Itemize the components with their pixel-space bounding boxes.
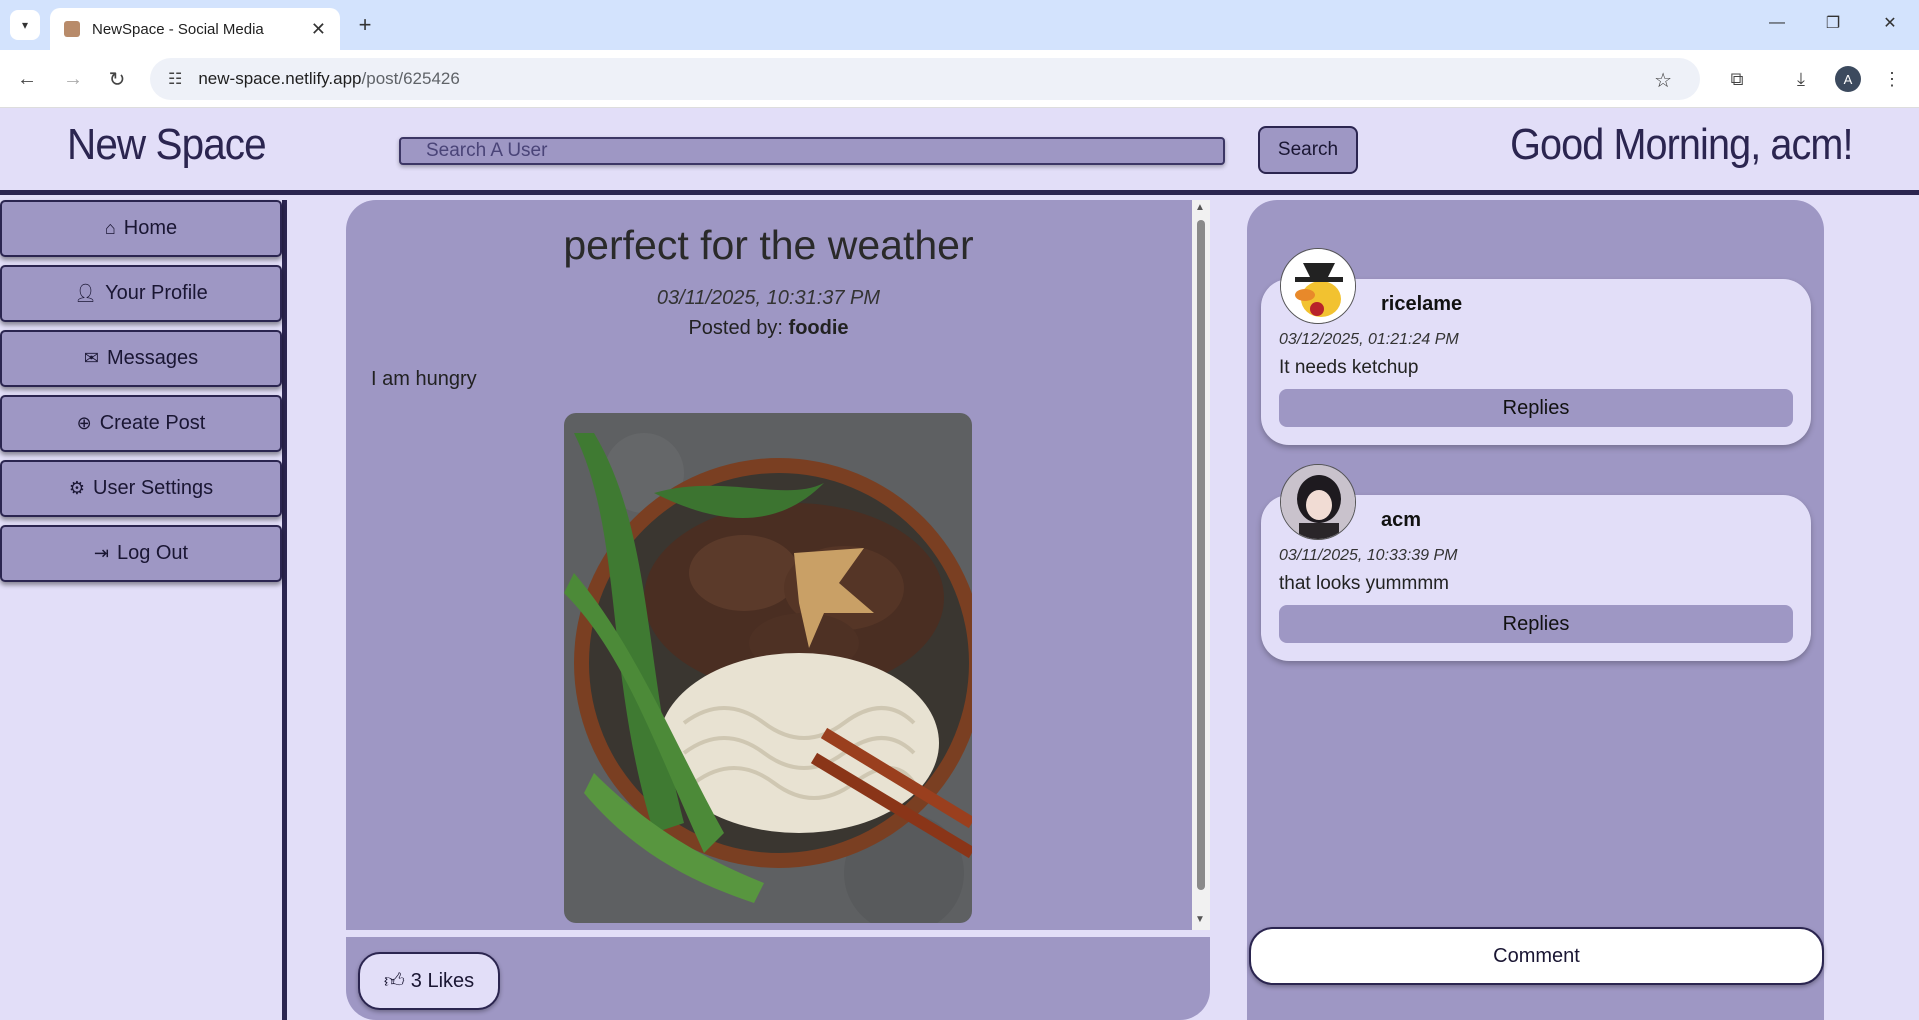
app-header: New Space Search Good Morning, acm! (0, 108, 1919, 195)
sidebar-item-your-profile[interactable]: 👤︎ Your Profile (0, 265, 282, 322)
restore-icon[interactable]: ❐ (1813, 8, 1853, 38)
post-author-line: Posted by: foodie (346, 317, 1191, 340)
minimize-icon[interactable]: — (1757, 8, 1797, 38)
post-author[interactable]: foodie (789, 317, 849, 339)
sidebar-item-label: Create Post (99, 412, 206, 434)
tab-search-chevron-icon[interactable]: ▾ (10, 10, 40, 40)
plus-circle-icon: ⊕ (76, 413, 92, 433)
post-body: I am hungry (371, 368, 477, 390)
replies-button[interactable]: Replies (1279, 605, 1793, 643)
likes-bar: 👍︎ 3 Likes (346, 937, 1210, 1020)
profile-avatar[interactable]: A (1835, 66, 1861, 92)
sidebar-item-user-settings[interactable]: ⚙ User Settings (0, 460, 282, 517)
url-host: new-space.netlify.app (198, 69, 362, 88)
post-date: 03/11/2025, 10:31:37 PM (656, 287, 881, 309)
menu-kebab-icon[interactable]: ⋮ (1877, 64, 1907, 94)
tab-close-icon[interactable]: ✕ (311, 19, 326, 40)
mail-icon: ✉ (83, 348, 99, 368)
extensions-icon[interactable]: ⧉ (1722, 64, 1752, 94)
comment-date: 03/11/2025, 10:33:39 PM (1279, 547, 1458, 564)
post-image-noodle-soup (564, 413, 972, 923)
home-icon: ⌂ (104, 218, 116, 238)
forward-arrow-icon[interactable]: → (58, 64, 88, 94)
back-arrow-icon[interactable]: ← (12, 64, 42, 94)
posted-by-label: Posted by: (688, 317, 789, 339)
user-icon: 👤︎ (74, 283, 98, 303)
sidebar-item-label: Your Profile (105, 282, 208, 304)
reload-icon[interactable]: ↻ (102, 64, 132, 94)
comment-text: It needs ketchup (1279, 357, 1419, 378)
sidebar-item-label: User Settings (93, 477, 214, 499)
browser-tab[interactable]: NewSpace - Social Media ✕ (50, 8, 340, 50)
greeting-text: Good Morning, acm! (1510, 120, 1853, 169)
post-title: perfect for the weather (563, 222, 974, 268)
replies-button[interactable]: Replies (1279, 389, 1793, 427)
sidebar-item-label: Log Out (116, 542, 189, 564)
post-scrollbar[interactable]: ▲ ▼ (1192, 200, 1210, 930)
comment-date: 03/12/2025, 01:21:24 PM (1279, 331, 1459, 348)
comment-text: that looks yummmm (1279, 573, 1449, 594)
thumbs-up-icon: 👍︎ (383, 970, 405, 992)
sidebar-item-messages[interactable]: ✉ Messages (0, 330, 282, 387)
sidebar: ⌂ Home 👤︎ Your Profile ✉ Messages ⊕ Crea… (0, 200, 287, 1020)
site-favicon-icon (64, 21, 80, 37)
sidebar-item-create-post[interactable]: ⊕ Create Post (0, 395, 282, 452)
brand-logo[interactable]: New Space (67, 120, 267, 170)
add-comment-button[interactable]: Comment (1249, 927, 1824, 985)
comment-username[interactable]: acm (1381, 509, 1421, 532)
user-search-input[interactable] (399, 137, 1225, 165)
comment-avatar-photo[interactable] (1280, 464, 1356, 540)
logout-icon: ⇥ (93, 543, 109, 563)
sidebar-item-label: Messages (106, 347, 199, 369)
browser-toolbar: ← → ↻ ☷ new-space.netlify.app/post/62542… (0, 50, 1919, 108)
download-icon[interactable]: ⤓ (1786, 64, 1816, 94)
search-button[interactable]: Search (1258, 126, 1358, 174)
address-bar[interactable]: ☷ new-space.netlify.app/post/625426 ☆ (150, 58, 1700, 100)
gear-icon: ⚙ (68, 478, 86, 498)
comment-avatar-duck[interactable] (1280, 248, 1356, 324)
like-button[interactable]: 👍︎ 3 Likes (358, 952, 500, 1010)
window-close-icon[interactable]: ✕ (1870, 8, 1910, 38)
comment-username[interactable]: ricelame (1381, 293, 1462, 316)
sidebar-item-home[interactable]: ⌂ Home (0, 200, 282, 257)
sidebar-item-label: Home (123, 217, 178, 239)
sidebar-item-log-out[interactable]: ⇥ Log Out (0, 525, 282, 582)
scroll-thumb[interactable] (1197, 220, 1205, 890)
browser-tabstrip: ▾ NewSpace - Social Media ✕ + — ❐ ✕ (0, 0, 1919, 50)
new-tab-plus-icon[interactable]: + (350, 10, 380, 40)
scroll-down-arrow-icon[interactable]: ▼ (1195, 914, 1205, 925)
bookmark-star-icon[interactable]: ☆ (1654, 68, 1672, 93)
likes-count: 3 Likes (410, 969, 475, 992)
comments-panel: ricelame 03/12/2025, 01:21:24 PM It need… (1247, 200, 1824, 1020)
site-info-icon[interactable]: ☷ (168, 69, 182, 89)
url-path: /post/625426 (361, 69, 460, 88)
post-panel: perfect for the weather 03/11/2025, 10:3… (346, 200, 1210, 930)
tab-title: NewSpace - Social Media (92, 20, 264, 38)
scroll-up-arrow-icon[interactable]: ▲ (1195, 202, 1205, 213)
